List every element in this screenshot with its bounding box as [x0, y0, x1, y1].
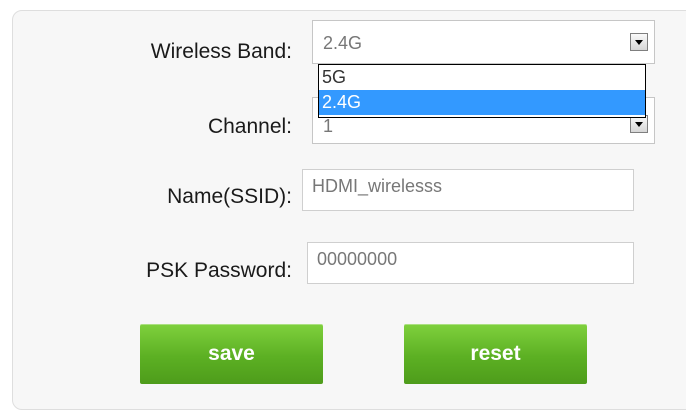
psk-password-label: PSK Password:: [146, 259, 292, 282]
wireless-band-value: 2.4G: [323, 33, 363, 53]
reset-button[interactable]: reset: [404, 324, 587, 384]
psk-password-value: 00000000: [317, 249, 398, 269]
dropdown-option-5g[interactable]: 5G: [319, 65, 645, 90]
ssid-label: Name(SSID):: [167, 185, 292, 208]
channel-label: Channel:: [207, 115, 292, 138]
ssid-value: HDMI_wirelesss: [312, 176, 443, 196]
save-button[interactable]: save: [140, 324, 323, 384]
channel-value: 1: [323, 116, 334, 136]
wireless-band-dropdown-list: 5G 2.4G: [318, 64, 646, 118]
chevron-down-icon[interactable]: [630, 33, 648, 51]
psk-password-input[interactable]: 00000000: [307, 242, 634, 284]
dropdown-option-2-4g[interactable]: 2.4G: [319, 90, 645, 115]
ssid-input[interactable]: HDMI_wirelesss: [302, 169, 634, 211]
wireless-band-label: Wireless Band:: [150, 40, 292, 63]
wireless-band-select[interactable]: 2.4G: [312, 20, 655, 64]
